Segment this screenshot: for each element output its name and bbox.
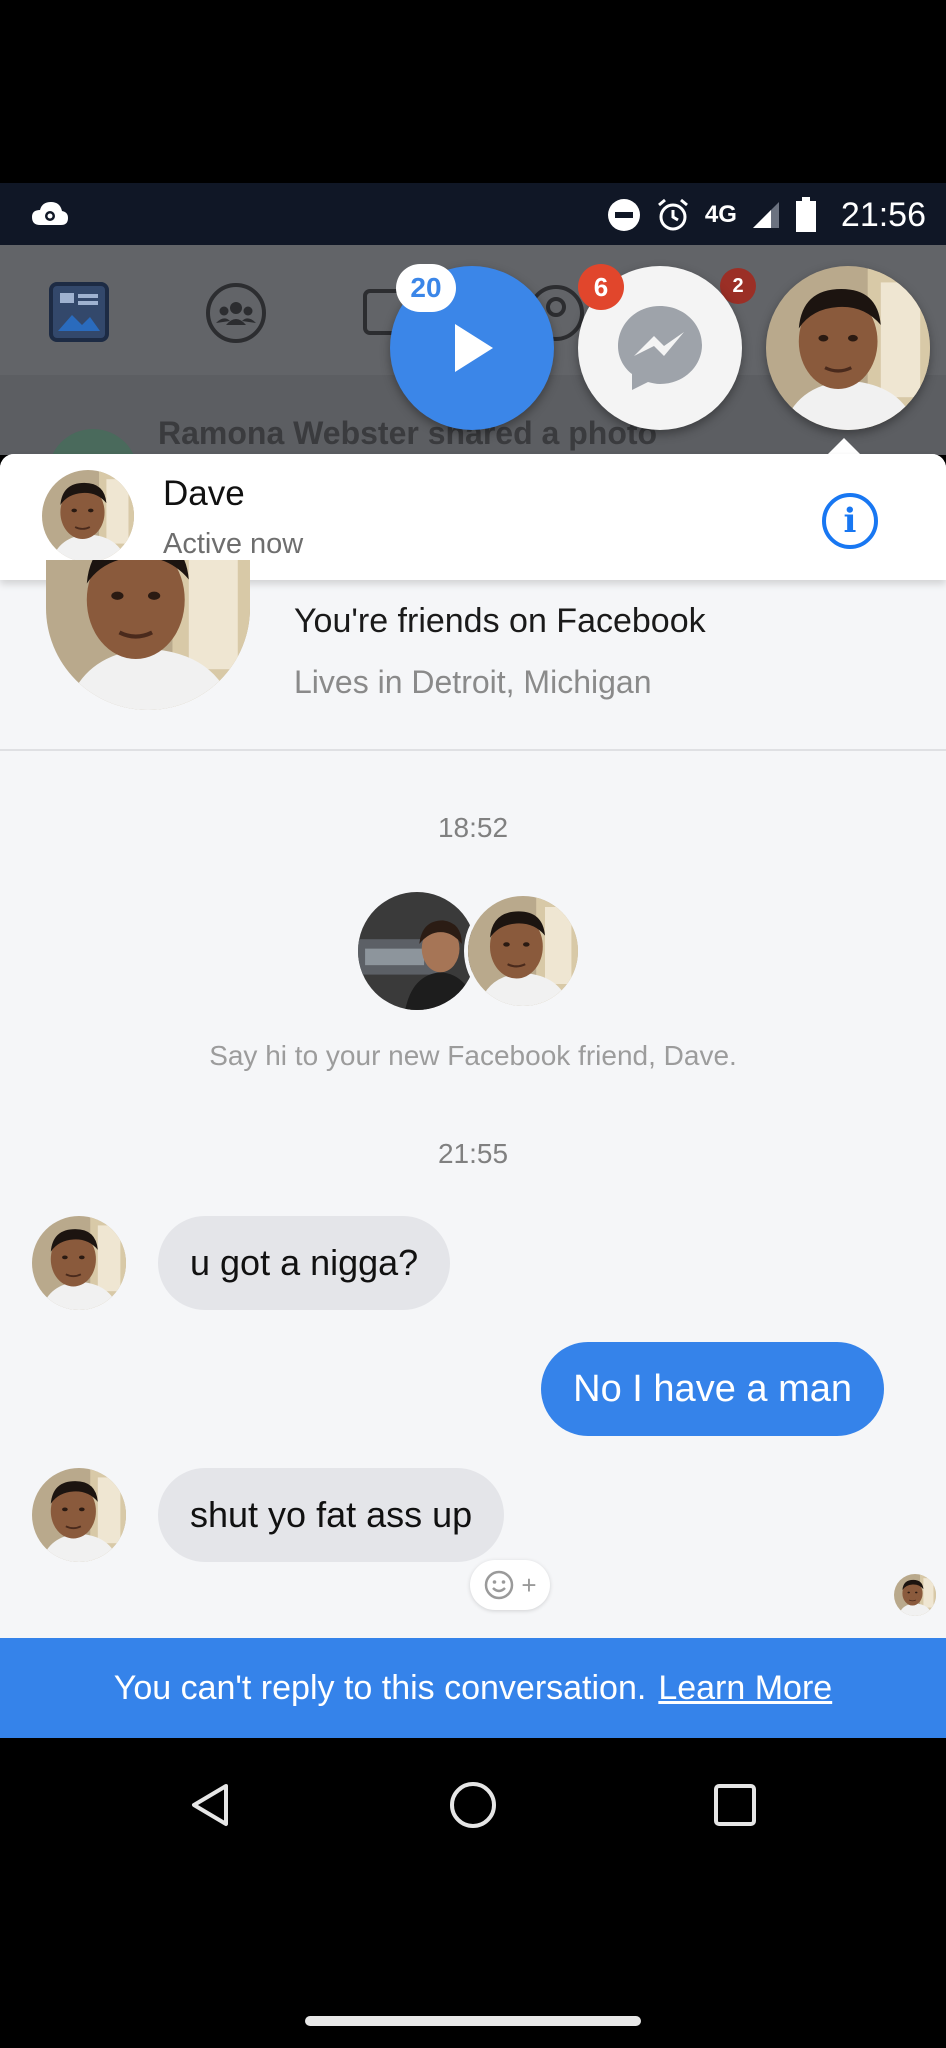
cannot-reply-banner: You can't reply to this conversation. Le… bbox=[0, 1638, 946, 1738]
contact-name[interactable]: Dave bbox=[163, 474, 245, 514]
status-bar: 4G 21:56 bbox=[0, 183, 946, 245]
message-bubble-outgoing[interactable]: No I have a man bbox=[541, 1342, 884, 1436]
status-clock: 21:56 bbox=[840, 195, 926, 234]
friends-status-text: You're friends on Facebook bbox=[294, 602, 706, 640]
battery-icon bbox=[795, 197, 816, 232]
location-text: Lives in Detroit, Michigan bbox=[294, 664, 652, 700]
dave-chat-head[interactable] bbox=[766, 266, 930, 430]
recents-icon[interactable] bbox=[712, 1782, 758, 1833]
seen-avatar bbox=[894, 1574, 936, 1616]
story-avatar bbox=[48, 429, 138, 455]
android-nav-bar bbox=[0, 1738, 946, 1868]
play-icon bbox=[455, 324, 493, 372]
network-type: 4G bbox=[704, 201, 737, 228]
sender-avatar[interactable] bbox=[32, 1216, 126, 1310]
add-reaction-icon[interactable]: + bbox=[470, 1560, 550, 1610]
news-feed-icon[interactable] bbox=[48, 281, 110, 348]
timestamp: 21:55 bbox=[437, 1138, 509, 1169]
alarm-icon bbox=[657, 198, 688, 231]
messenger-icon bbox=[618, 306, 702, 390]
groups-icon[interactable] bbox=[204, 281, 268, 350]
home-icon[interactable] bbox=[448, 1780, 498, 1835]
banner-text: You can't reply to this conversation. bbox=[113, 1668, 647, 1707]
learn-more-link[interactable]: Learn More bbox=[658, 1669, 832, 1708]
say-hi-text: Say hi to your new Facebook friend, Dave… bbox=[209, 1040, 737, 1071]
info-icon[interactable]: i bbox=[822, 493, 878, 549]
home-indicator[interactable] bbox=[305, 2016, 641, 2026]
signal-icon bbox=[752, 202, 779, 228]
story-text: Ramona Webster shared a photo bbox=[158, 415, 658, 451]
video-badge: 20 bbox=[396, 264, 456, 312]
active-status: Active now bbox=[163, 528, 304, 560]
cloud-sync-icon bbox=[30, 199, 70, 234]
message-bubble-incoming[interactable]: u got a nigga? bbox=[158, 1216, 451, 1310]
status-icons: 4G 21:56 bbox=[607, 195, 926, 235]
my-avatar bbox=[358, 892, 476, 1010]
back-icon[interactable] bbox=[186, 1780, 236, 1835]
friend-avatar bbox=[464, 892, 582, 1010]
timestamp: 18:52 bbox=[437, 812, 509, 843]
divider bbox=[0, 749, 946, 751]
header-avatar[interactable] bbox=[42, 470, 134, 562]
sender-avatar[interactable] bbox=[32, 1468, 126, 1562]
message-bubble-incoming[interactable]: shut yo fat ass up bbox=[158, 1468, 505, 1562]
do-not-disturb-icon bbox=[607, 199, 640, 231]
messenger-badge: 6 bbox=[578, 264, 624, 310]
